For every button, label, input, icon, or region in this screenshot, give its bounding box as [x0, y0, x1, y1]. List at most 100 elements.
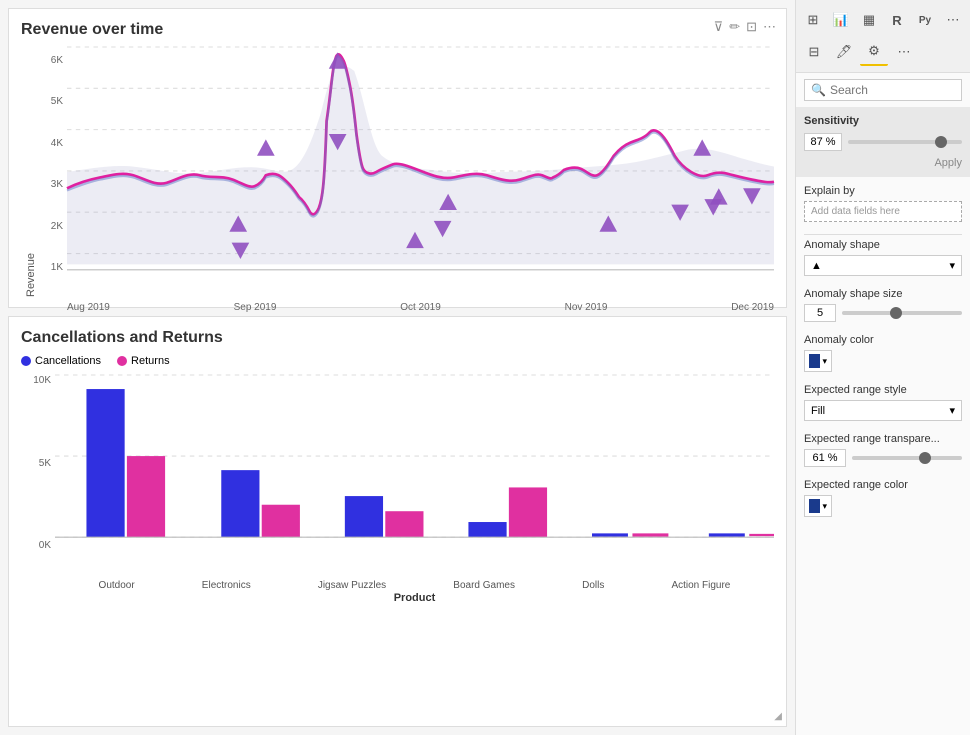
- bar-outdoor-returns: [127, 456, 165, 537]
- resize-handle[interactable]: ◢: [774, 711, 782, 722]
- legend-dot-cancellations: [21, 356, 31, 366]
- r-icon[interactable]: R: [884, 6, 910, 34]
- expected-range-color-label: Expected range color: [804, 479, 962, 491]
- more-icon-top[interactable]: ⋯: [940, 6, 966, 34]
- transparency-value[interactable]: 61 %: [804, 449, 846, 467]
- transparency-slider[interactable]: [852, 456, 962, 460]
- layout-icon[interactable]: ⊟: [800, 38, 828, 66]
- search-box[interactable]: 🔍: [804, 79, 962, 101]
- edit-icon[interactable]: ✏: [729, 19, 740, 35]
- y-tick: 3K: [37, 179, 63, 190]
- x-tick: Dec 2019: [731, 302, 774, 313]
- explain-by-label: Explain by: [804, 185, 962, 197]
- anomaly-shape-size-group: Anomaly shape size 5: [804, 288, 962, 322]
- legend-label-returns: Returns: [131, 355, 170, 367]
- anomaly-size-value[interactable]: 5: [804, 304, 836, 322]
- legend-returns: Returns: [117, 355, 170, 367]
- sensitivity-value[interactable]: 87 %: [804, 133, 842, 151]
- transparency-thumb[interactable]: [919, 452, 931, 464]
- category-label: Board Games: [453, 580, 515, 591]
- sensitivity-label: Sensitivity: [804, 115, 962, 127]
- anomaly-shape-label: Anomaly shape: [804, 239, 962, 251]
- expected-range-style-dropdown[interactable]: Fill ▾: [804, 400, 962, 421]
- bar-jigsaw-returns: [385, 511, 423, 537]
- expected-range-transparency-group: Expected range transpare... 61 %: [804, 433, 962, 467]
- table-icon[interactable]: ▦: [856, 6, 882, 34]
- y-tick: 2K: [37, 221, 63, 232]
- chevron-down-icon: ▾: [949, 259, 955, 272]
- expected-range-style-group: Expected range style Fill ▾: [804, 384, 962, 421]
- expected-range-color-group: Expected range color ▾: [804, 479, 962, 517]
- x-tick: Sep 2019: [234, 302, 277, 313]
- expected-range-color-swatch[interactable]: ▾: [804, 495, 832, 517]
- category-label: Electronics: [202, 580, 251, 591]
- filter-icon[interactable]: ⊽: [714, 19, 724, 35]
- more-icon-bottom[interactable]: ⋯: [890, 38, 918, 66]
- expected-range-color-rect: [809, 499, 820, 513]
- sensitivity-slider[interactable]: [848, 140, 962, 144]
- revenue-svg: [67, 47, 774, 297]
- cancellations-chart-panel: Cancellations and Returns Cancellations …: [8, 316, 787, 727]
- grid-icon[interactable]: ⊞: [800, 6, 826, 34]
- anomaly-color-swatch[interactable]: ▾: [804, 350, 832, 372]
- search-input[interactable]: [830, 83, 955, 97]
- sidebar-toolbar: ⊞ 📊 ▦ R Py ⋯ ⊟ 🖊 ⚙ ⋯: [796, 0, 970, 73]
- expected-range-style-label: Expected range style: [804, 384, 962, 396]
- y-tick: 5K: [21, 458, 51, 469]
- anomaly-size-thumb[interactable]: [890, 307, 902, 319]
- legend-cancellations: Cancellations: [21, 355, 101, 367]
- revenue-chart-title: Revenue over time: [21, 21, 774, 39]
- cancellations-chart-title: Cancellations and Returns: [21, 329, 774, 347]
- py-icon[interactable]: Py: [912, 6, 938, 34]
- y-tick: 4K: [37, 138, 63, 149]
- brush-icon[interactable]: 🖊: [830, 38, 858, 66]
- legend-label-cancellations: Cancellations: [35, 355, 101, 367]
- revenue-chart-panel: Revenue over time ⊽ ✏ ⊡ ⋯ Revenue 6K 5K …: [8, 8, 787, 308]
- category-label: Dolls: [582, 580, 604, 591]
- anomaly-color-rect: [809, 354, 820, 368]
- y-tick: 1K: [37, 262, 63, 273]
- bar-boardgames-returns: [509, 487, 547, 537]
- y-tick: 6K: [37, 55, 63, 66]
- expected-range-transparency-label: Expected range transpare...: [804, 433, 962, 445]
- anomaly-shape-size-label: Anomaly shape size: [804, 288, 962, 300]
- chart-icon[interactable]: 📊: [828, 6, 854, 34]
- settings-panel: Explain by Add data fields here Anomaly …: [796, 185, 970, 735]
- bar-electronics-returns: [262, 505, 300, 537]
- y-tick: 5K: [37, 96, 63, 107]
- bar-chart-svg: [55, 375, 774, 575]
- anomaly-color-group: Anomaly color ▾: [804, 334, 962, 372]
- legend-dot-returns: [117, 356, 127, 366]
- expand-icon[interactable]: ⊡: [746, 19, 757, 35]
- anomaly-shape-group: Anomaly shape ▲ ▾: [804, 239, 962, 276]
- x-tick: Oct 2019: [400, 302, 441, 313]
- x-tick: Nov 2019: [565, 302, 608, 313]
- sensitivity-thumb[interactable]: [935, 136, 947, 148]
- explain-by-group: Explain by Add data fields here: [804, 185, 962, 222]
- sensitivity-section: Sensitivity 87 % Apply: [796, 107, 970, 177]
- right-sidebar: ⊞ 📊 ▦ R Py ⋯ ⊟ 🖊 ⚙ ⋯ 🔍 Sensitivity 87 %: [795, 0, 970, 735]
- bar-x-axis-label: Product: [55, 592, 774, 604]
- chart-legend: Cancellations Returns: [21, 355, 774, 367]
- anomaly-size-slider[interactable]: [842, 311, 962, 315]
- search-icon: 🔍: [811, 83, 826, 97]
- chevron-down-icon2: ▾: [949, 404, 955, 417]
- y-tick: 10K: [21, 375, 51, 386]
- explain-by-field[interactable]: Add data fields here: [804, 201, 962, 222]
- bar-boardgames-cancellations: [468, 522, 506, 537]
- category-label: Outdoor: [99, 580, 135, 591]
- swatch-chevron2: ▾: [822, 501, 827, 512]
- y-tick: 0K: [21, 540, 51, 551]
- apply-button[interactable]: Apply: [804, 157, 962, 169]
- y-axis-label: Revenue: [21, 47, 37, 297]
- bar-outdoor-cancellations: [86, 389, 124, 537]
- category-label: Jigsaw Puzzles: [318, 580, 386, 591]
- category-label: Action Figure: [671, 580, 730, 591]
- anomaly-shape-dropdown[interactable]: ▲ ▾: [804, 255, 962, 276]
- analytics-icon[interactable]: ⚙: [860, 38, 888, 66]
- anomaly-color-label: Anomaly color: [804, 334, 962, 346]
- bar-electronics-cancellations: [221, 470, 259, 537]
- x-tick: Aug 2019: [67, 302, 110, 313]
- bar-jigsaw-cancellations: [345, 496, 383, 537]
- more-icon[interactable]: ⋯: [763, 19, 776, 35]
